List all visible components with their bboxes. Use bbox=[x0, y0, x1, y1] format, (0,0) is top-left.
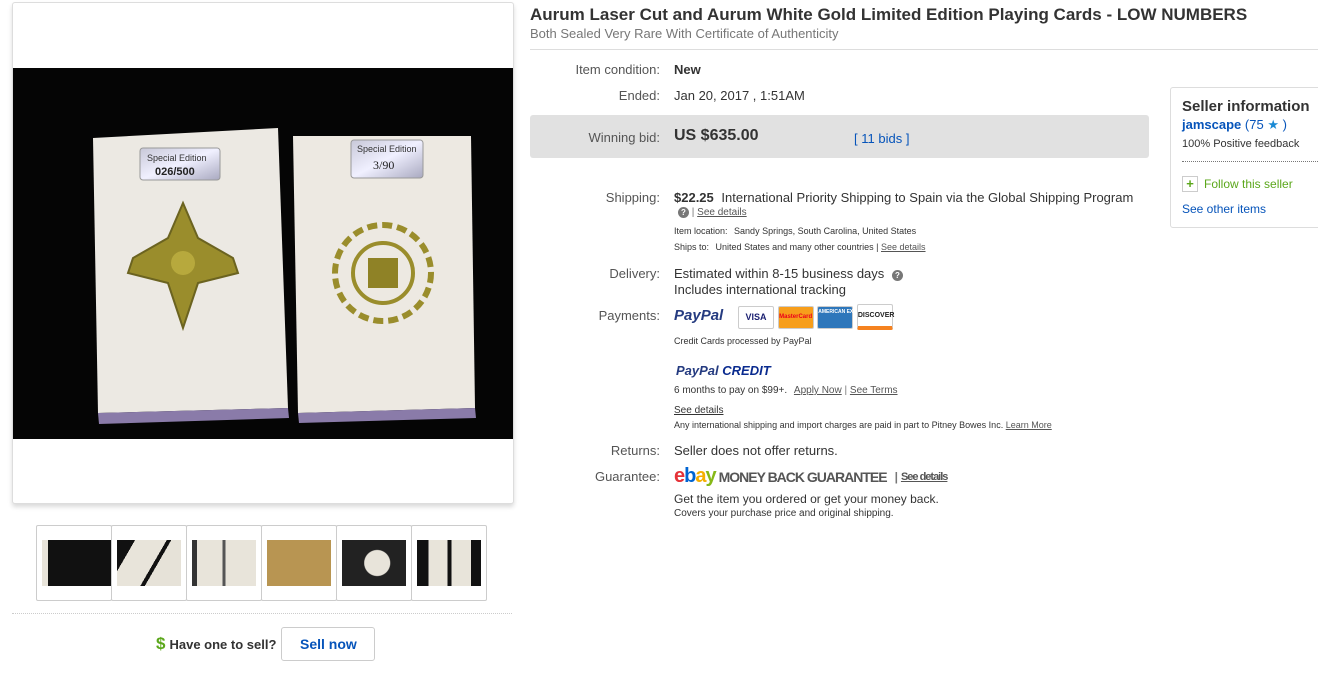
item-location-value: Sandy Springs, South Carolina, United St… bbox=[734, 226, 917, 236]
cards-processed-note: Credit Cards processed by PayPal bbox=[674, 336, 812, 346]
main-image-frame[interactable]: Special Edition 026/500 Special Edition … bbox=[12, 2, 514, 504]
playing-cards-photo: Special Edition 026/500 Special Edition … bbox=[13, 68, 513, 439]
help-icon[interactable]: ? bbox=[678, 207, 689, 218]
ebay-logo: ebay bbox=[674, 465, 717, 487]
card-logos: VISA MasterCard AMERICAN EXPRESS DISCOVE… bbox=[738, 304, 894, 330]
seller-score-close: ) bbox=[1282, 117, 1287, 132]
ended-label: Ended: bbox=[618, 88, 660, 103]
delivery-label: Delivery: bbox=[609, 266, 660, 281]
winning-bid-label: Winning bid: bbox=[588, 130, 660, 145]
thumbnail-image bbox=[267, 540, 331, 586]
seller-name-link[interactable]: jamscape bbox=[1182, 117, 1241, 132]
delivery-estimate-row: Estimated within 8-15 business days ? bbox=[674, 266, 903, 281]
returns-label: Returns: bbox=[610, 443, 660, 458]
right-edition-number: 3/90 bbox=[373, 158, 394, 172]
paypal-credit-terms: 6 months to pay on $99+. bbox=[674, 385, 788, 396]
bids-bracket-close: ] bbox=[905, 131, 910, 146]
sell-prompt: Have one to sell? bbox=[169, 636, 277, 652]
condition-value: New bbox=[674, 62, 701, 77]
thumbnail-1[interactable] bbox=[36, 525, 112, 601]
shipping-method: International Priority Shipping to Spain… bbox=[721, 190, 1134, 205]
dollar-icon: $ bbox=[156, 634, 166, 653]
returns-value: Seller does not offer returns. bbox=[674, 443, 838, 458]
amex-icon: AMERICAN EXPRESS bbox=[817, 305, 870, 329]
item-title: Aurum Laser Cut and Aurum White Gold Lim… bbox=[530, 5, 1248, 24]
item-location-label: Item location: bbox=[674, 226, 728, 236]
discover-icon: DISCOVER bbox=[856, 304, 894, 330]
paypal-credit-logo-a: PayPal bbox=[676, 363, 719, 378]
right-edition-label: Special Edition bbox=[357, 144, 417, 154]
bid-history-link[interactable]: 11 bids bbox=[861, 131, 902, 146]
white-gold-deck: Special Edition 3/90 bbox=[293, 136, 476, 423]
follow-seller-link[interactable]: Follow this seller bbox=[1204, 177, 1293, 191]
sell-row: $ Have one to sell? Sell now bbox=[156, 627, 376, 661]
thumbnail-image bbox=[42, 540, 112, 586]
money-back-guarantee: ebay MONEY BACK GUARANTEE | See details bbox=[674, 465, 948, 487]
condition-label: Item condition: bbox=[575, 62, 660, 77]
item-subtitle: Both Sealed Very Rare With Certificate o… bbox=[530, 26, 839, 41]
shipping-price: $22.25 bbox=[674, 190, 714, 205]
see-terms-link[interactable]: See Terms bbox=[850, 385, 898, 396]
delivery-tracking: Includes international tracking bbox=[674, 282, 846, 297]
seller-divider bbox=[1182, 161, 1318, 162]
ships-to-label: Ships to: bbox=[674, 242, 710, 252]
bids-bracket-open: [ bbox=[854, 131, 858, 146]
winning-bid-value: US $635.00 bbox=[674, 127, 759, 144]
guarantee-label: Guarantee: bbox=[594, 469, 660, 484]
thumbnail-4[interactable] bbox=[261, 525, 337, 601]
payments-label: Payments: bbox=[598, 308, 660, 323]
shipping-help-row: ? | See details bbox=[678, 207, 747, 218]
intl-charges-row: Any international shipping and import ch… bbox=[674, 420, 1052, 430]
seller-name-row: jamscape (75 ★ ) bbox=[1182, 117, 1287, 133]
visa-icon: VISA bbox=[738, 305, 774, 329]
mastercard-icon: MasterCard bbox=[777, 305, 814, 329]
title-divider bbox=[530, 49, 1318, 50]
see-other-items-link[interactable]: See other items bbox=[1182, 202, 1266, 216]
thumbnail-2[interactable] bbox=[111, 525, 187, 601]
seller-score-open[interactable]: (75 bbox=[1245, 117, 1264, 132]
money-back-guarantee-text: MONEY BACK GUARANTEE bbox=[718, 468, 888, 485]
ended-value: Jan 20, 2017 , 1:51AM bbox=[674, 88, 805, 103]
learn-more-link[interactable]: Learn More bbox=[1006, 420, 1052, 430]
paypal-credit-row: 6 months to pay on $99+. Apply Now | See… bbox=[674, 385, 898, 396]
left-edition-number: 026/500 bbox=[155, 166, 195, 178]
thumbnail-3[interactable] bbox=[186, 525, 262, 601]
shipping-label: Shipping: bbox=[605, 190, 660, 205]
thumbnail-image bbox=[342, 540, 406, 586]
apply-now-link[interactable]: Apply Now bbox=[794, 385, 842, 396]
intl-charges-note: Any international shipping and import ch… bbox=[674, 420, 1004, 430]
ships-to-see-details-link[interactable]: See details bbox=[881, 242, 926, 252]
sell-now-button[interactable]: Sell now bbox=[281, 627, 376, 661]
ships-to-value: United States and many other countries | bbox=[715, 242, 879, 252]
guarantee-see-details-link[interactable]: See details bbox=[901, 471, 948, 483]
paypal-credit-logo: PayPal CREDIT bbox=[676, 363, 771, 378]
seller-feedback: 100% Positive feedback bbox=[1182, 138, 1300, 150]
guarantee-line-2: Covers your purchase price and original … bbox=[674, 508, 894, 519]
ships-to-row: Ships to: United States and many other c… bbox=[674, 242, 926, 252]
shipping-see-details-link[interactable]: See details bbox=[697, 207, 746, 218]
laser-cut-deck: Special Edition 026/500 bbox=[93, 128, 289, 424]
item-location-row: Item location: Sandy Springs, South Caro… bbox=[674, 226, 916, 236]
star-icon: ★ bbox=[1267, 117, 1279, 132]
thumbnail-image bbox=[417, 540, 481, 586]
left-divider bbox=[12, 613, 512, 614]
guarantee-line-1: Get the item you ordered or get your mon… bbox=[674, 492, 939, 506]
thumbnail-image bbox=[117, 540, 181, 586]
follow-seller-row[interactable]: + Follow this seller bbox=[1182, 176, 1293, 192]
thumbnail-5[interactable] bbox=[336, 525, 412, 601]
seller-info-box: Seller information jamscape (75 ★ ) 100%… bbox=[1170, 87, 1318, 228]
delivery-help-icon[interactable]: ? bbox=[891, 270, 903, 281]
plus-icon: + bbox=[1182, 176, 1198, 192]
delivery-estimate: Estimated within 8-15 business days bbox=[674, 266, 885, 281]
shipping-line: $22.25 International Priority Shipping t… bbox=[674, 190, 1133, 205]
thumbnail-image bbox=[192, 540, 256, 586]
main-product-photo[interactable]: Special Edition 026/500 Special Edition … bbox=[13, 68, 513, 439]
payments-see-details-link[interactable]: See details bbox=[674, 405, 723, 416]
left-edition-label: Special Edition bbox=[147, 153, 207, 163]
paypal-logo: PayPal bbox=[674, 307, 724, 324]
bid-count: [ 11 bids ] bbox=[854, 131, 909, 146]
thumbnail-6[interactable] bbox=[411, 525, 487, 601]
seller-info-heading: Seller information bbox=[1182, 98, 1310, 115]
paypal-credit-logo-b: CREDIT bbox=[722, 363, 771, 378]
